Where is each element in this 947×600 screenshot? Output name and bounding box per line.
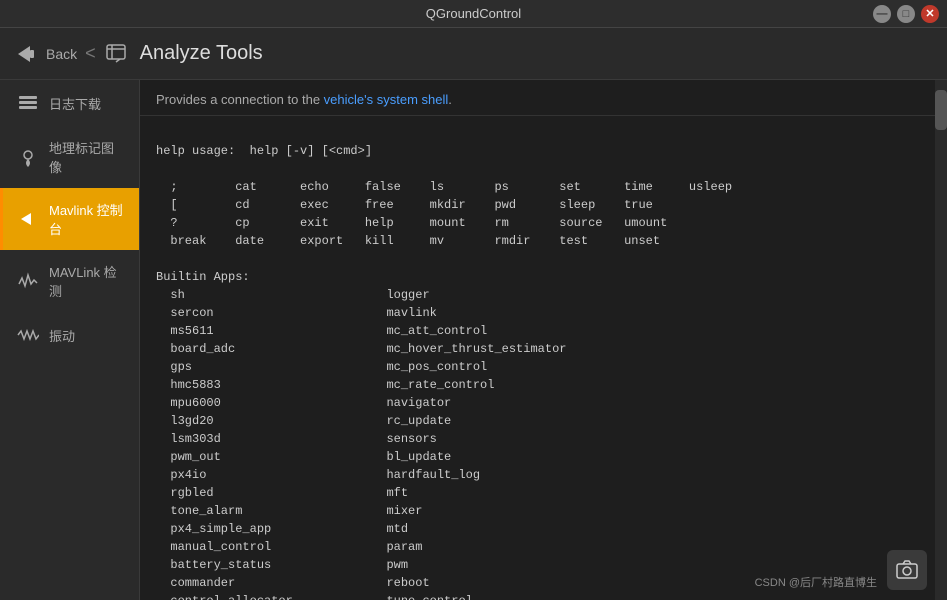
close-button[interactable]: ✕ bbox=[921, 5, 939, 23]
arrow-right-icon bbox=[17, 208, 39, 230]
nav-title: Analyze Tools bbox=[140, 42, 263, 65]
nav-section: Analyze Tools bbox=[104, 40, 263, 68]
list-icon bbox=[17, 92, 39, 114]
wave-icon bbox=[17, 270, 39, 292]
watermark: CSDN @后厂村路直博生 bbox=[755, 574, 877, 590]
sidebar-item-logs[interactable]: 日志下载 bbox=[0, 80, 139, 126]
main-layout: 日志下载 地理标记图像 Mavlink 控制台 MAVLink 检测 bbox=[0, 80, 947, 600]
nav-bar: Back < Analyze Tools bbox=[0, 28, 947, 80]
scrollbar-thumb[interactable] bbox=[935, 90, 947, 130]
sidebar-item-mavlink[interactable]: Mavlink 控制台 bbox=[0, 188, 139, 250]
analyze-tools-icon bbox=[104, 40, 132, 68]
highlight-text: vehicle's system shell bbox=[324, 92, 449, 107]
sidebar-geo-label: 地理标记图像 bbox=[49, 138, 125, 176]
sidebar: 日志下载 地理标记图像 Mavlink 控制台 MAVLink 检测 bbox=[0, 80, 140, 600]
title-bar: QGroundControl — □ ✕ bbox=[0, 0, 947, 28]
terminal-text: help usage: help [-v] [<cmd>] ; cat echo… bbox=[156, 144, 732, 600]
minimize-button[interactable]: — bbox=[873, 5, 891, 23]
vibration-icon bbox=[17, 324, 39, 346]
sidebar-logs-label: 日志下载 bbox=[49, 94, 101, 113]
content-description: Provides a connection to the vehicle's s… bbox=[156, 92, 931, 107]
window-controls: — □ ✕ bbox=[873, 5, 939, 23]
pin-icon bbox=[17, 146, 39, 168]
back-button[interactable]: Back bbox=[12, 40, 77, 68]
sidebar-item-vibration[interactable]: 振动 bbox=[0, 312, 139, 358]
maximize-button[interactable]: □ bbox=[897, 5, 915, 23]
sidebar-mavlink-label: Mavlink 控制台 bbox=[49, 200, 125, 238]
back-icon bbox=[12, 40, 40, 68]
content-header: Provides a connection to the vehicle's s… bbox=[140, 80, 947, 116]
camera-button[interactable] bbox=[887, 550, 927, 590]
sidebar-mavlink-check-label: MAVLink 检测 bbox=[49, 262, 125, 300]
terminal-output[interactable]: help usage: help [-v] [<cmd>] ; cat echo… bbox=[140, 116, 947, 600]
nav-separator: < bbox=[85, 43, 96, 64]
content-area: Provides a connection to the vehicle's s… bbox=[140, 80, 947, 600]
camera-icon bbox=[895, 558, 919, 582]
sidebar-vibration-label: 振动 bbox=[49, 326, 75, 345]
back-label: Back bbox=[46, 46, 77, 62]
window-title: QGroundControl bbox=[426, 6, 521, 21]
sidebar-item-mavlink-check[interactable]: MAVLink 检测 bbox=[0, 250, 139, 312]
scrollbar-track[interactable] bbox=[935, 80, 947, 600]
sidebar-item-geo[interactable]: 地理标记图像 bbox=[0, 126, 139, 188]
